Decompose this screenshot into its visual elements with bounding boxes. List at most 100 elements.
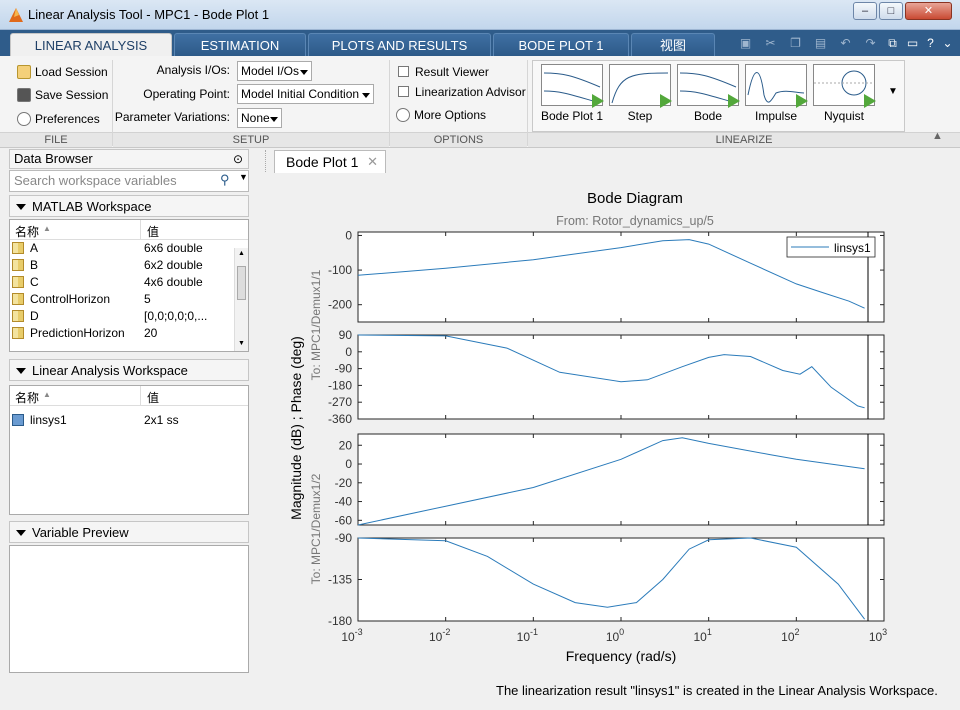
scrollbar-thumb[interactable] [237, 266, 246, 300]
operating-point-dropdown[interactable]: Model Initial Condition [237, 84, 374, 104]
gear-icon [17, 112, 31, 126]
save-session-button[interactable]: Save Session [17, 86, 108, 104]
tab-bode-plot-1[interactable]: BODE PLOT 1 [493, 33, 629, 56]
y-tick-label: -100 [328, 263, 352, 277]
parameter-variations-dropdown[interactable]: None [237, 108, 282, 128]
x-tick-label: 103 [869, 627, 887, 644]
table-row[interactable]: linsys1 2x1 ss [10, 412, 248, 429]
maximize-button[interactable]: □ [879, 2, 903, 20]
search-options-icon[interactable]: ▼ [239, 172, 248, 182]
operating-point-label: Operating Point: [143, 87, 230, 101]
y-tick-label: -20 [335, 476, 353, 490]
table-header: 名称 ▲ 值 [10, 386, 248, 406]
gallery-more-icon[interactable]: ▼ [888, 86, 898, 97]
undo-icon[interactable]: ↶ [838, 36, 853, 50]
scroll-up-icon[interactable]: ▲ [238, 250, 245, 257]
scroll-down-icon[interactable]: ▼ [238, 340, 245, 347]
collapse-caret-icon [16, 204, 26, 211]
tab-grip[interactable] [265, 150, 267, 172]
linear-analysis-workspace-table: 名称 ▲ 值 linsys1 2x1 ss [9, 385, 249, 515]
cut-icon[interactable]: ✂ [763, 36, 778, 50]
minimize-button[interactable]: – [853, 2, 877, 20]
column-header-value[interactable]: 值 [147, 223, 159, 240]
table-row[interactable]: C 4x6 double [10, 274, 248, 291]
y-tick-label: -90 [335, 362, 353, 376]
matrix-icon [12, 293, 24, 305]
tab-linear-analysis[interactable]: LINEAR ANALYSIS [10, 33, 172, 56]
save-icon[interactable]: ▣ [738, 36, 753, 50]
step-label: Step [627, 109, 653, 123]
y-tick-label: -270 [328, 395, 352, 409]
impulse-label: Impulse [754, 109, 798, 123]
impulse-thumbnail[interactable] [745, 64, 808, 108]
matlab-workspace-table: 名称 ▲ 值 A 6x6 double B 6x2 double C 4x6 doubl… [9, 219, 249, 352]
table-row[interactable]: PredictionHorizon 20 [10, 325, 248, 342]
column-header-name[interactable]: 名称 [15, 389, 39, 406]
state-space-icon [12, 414, 24, 426]
table-row[interactable]: ControlHorizon 5 [10, 291, 248, 308]
y-tick-label: 20 [339, 438, 353, 452]
tab-plots-and-results[interactable]: PLOTS AND RESULTS [308, 33, 491, 56]
y-tick-label: -180 [328, 614, 352, 628]
close-tab-icon[interactable]: ✕ [367, 151, 378, 173]
table-header: 名称 ▲ 值 [10, 220, 248, 240]
table-row[interactable]: A 6x6 double [10, 240, 248, 257]
linearization-advisor-checkbox[interactable]: Linearization Advisor [398, 83, 526, 101]
paste-icon[interactable]: ▤ [813, 36, 828, 50]
redo-icon[interactable]: ↷ [863, 36, 878, 50]
chart-subtitle: From: Rotor_dynamics_up/5 [556, 214, 714, 228]
column-header-value[interactable]: 值 [147, 389, 159, 406]
result-viewer-checkbox[interactable]: Result Viewer [398, 63, 489, 81]
y-tick-label: -40 [335, 495, 353, 509]
setup-section-label: SETUP [113, 132, 389, 147]
layout-icon[interactable]: ▭ [905, 36, 920, 50]
vertical-scrollbar[interactable]: ▲ ▼ [234, 248, 248, 351]
tab-view[interactable]: 视图 [631, 33, 715, 56]
search-icon[interactable]: ⚲ [220, 172, 230, 188]
expand-icon[interactable]: ⌄ [940, 36, 955, 50]
collapse-ribbon-icon[interactable]: ▲ [932, 130, 943, 142]
y-tick-label: -135 [328, 573, 352, 587]
sort-ascending-icon: ▲ [43, 390, 51, 399]
linear-analysis-workspace-header[interactable]: Linear Analysis Workspace [9, 359, 249, 381]
checkbox-icon [398, 86, 409, 97]
table-row[interactable]: B 6x2 double [10, 257, 248, 274]
bode-plot-1-thumbnail[interactable] [541, 64, 604, 108]
variable-preview-header[interactable]: Variable Preview [9, 521, 249, 543]
window-title: Linear Analysis Tool - MPC1 - Bode Plot … [28, 7, 270, 22]
analysis-ios-dropdown[interactable]: Model I/Os [237, 61, 312, 81]
copy-icon[interactable]: ❐ [788, 36, 803, 50]
matlab-logo-icon [9, 8, 23, 22]
nyquist-thumbnail[interactable] [813, 64, 876, 108]
run-icon [660, 94, 672, 108]
sort-ascending-icon: ▲ [43, 224, 51, 233]
matrix-icon [12, 242, 24, 254]
tab-estimation[interactable]: ESTIMATION [174, 33, 306, 56]
quick-access-toolbar: ▣ ✂ ❐ ▤ ↶ ↷ ⧉ ▭ ? ⌄ [730, 33, 955, 53]
table-row[interactable]: D [0,0;0,0;0,... [10, 308, 248, 325]
bode-plot-1-label: Bode Plot 1 [540, 109, 604, 123]
help-icon[interactable]: ? [923, 36, 938, 50]
options-section-label: OPTIONS [390, 132, 527, 147]
legend-entry-linsys1: linsys1 [834, 241, 871, 255]
more-options-button[interactable]: More Options [396, 106, 486, 124]
y-tick-label: -200 [328, 298, 352, 312]
step-thumbnail[interactable] [609, 64, 672, 108]
switch-windows-icon[interactable]: ⧉ [885, 36, 900, 50]
matlab-workspace-header[interactable]: MATLAB Workspace [9, 195, 249, 217]
checkbox-icon [398, 66, 409, 77]
x-axis-label: Frequency (rad/s) [566, 648, 676, 664]
y-tick-label: -180 [328, 378, 352, 392]
linearize-section-label: LINEARIZE [528, 132, 960, 147]
load-session-button[interactable]: Load Session [17, 63, 108, 81]
matrix-icon [12, 259, 24, 271]
close-window-button[interactable]: ✕ [905, 2, 952, 20]
document-tab-bode-plot-1[interactable]: Bode Plot 1 ✕ [274, 150, 386, 174]
preferences-button[interactable]: Preferences [17, 110, 100, 128]
bode-label: Bode [693, 109, 723, 123]
column-header-name[interactable]: 名称 [15, 223, 39, 240]
panel-menu-icon[interactable]: ⊙ [233, 150, 243, 168]
bode-thumbnail[interactable] [677, 64, 740, 108]
bode-chart: Bode Diagram From: Rotor_dynamics_up/5 0 -1… [288, 190, 887, 664]
workspace-search-input[interactable]: Search workspace variables [9, 170, 249, 192]
